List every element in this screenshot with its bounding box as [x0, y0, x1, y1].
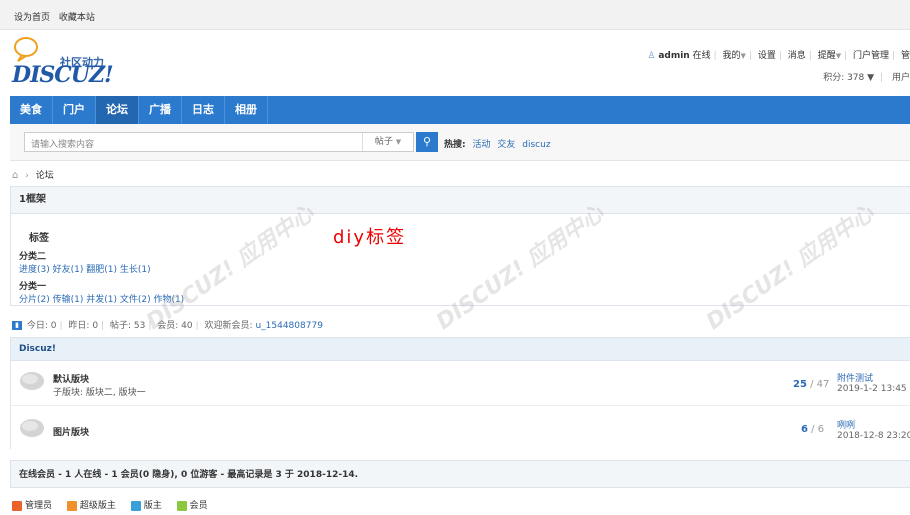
stat-yesterday: 昨日: 0 — [68, 321, 99, 331]
forum-bubble-icon[interactable] — [19, 418, 45, 438]
forum-stats: ▮ 今日: 0 | 昨日: 0 | 帖子: 53 | 会员: 40 | 欢迎新会员: u… — [12, 318, 323, 331]
super-moderator-icon — [66, 500, 77, 511]
logo-brand: DISCUZ! — [12, 62, 114, 88]
post-count: 47 — [816, 379, 830, 390]
legend-item: 超级版主 — [66, 498, 116, 511]
user-icon: ♙ — [647, 51, 656, 61]
last-post-title[interactable]: 咧咧 — [837, 418, 910, 431]
legend-label: 超级版主 — [79, 501, 116, 511]
stat-members: 会员: 40 — [157, 321, 193, 331]
hot-keyword[interactable]: 交友 — [497, 140, 515, 150]
home-icon[interactable]: ⌂ — [12, 170, 18, 181]
points-bar: 积分: 378 ▼ | 用户 — [823, 73, 910, 83]
legend-item: 版主 — [130, 498, 162, 511]
breadcrumb: ⌂ › 论坛 — [12, 168, 54, 181]
search-placeholder: 请输入搜索内容 — [31, 140, 95, 150]
tag-title: 标签 — [29, 233, 49, 244]
chevron-down-icon: ▼ — [864, 73, 875, 83]
portal-admin-link[interactable]: 门户管理 — [853, 51, 889, 61]
nav-item-broadcast[interactable]: 广播 — [139, 96, 182, 124]
forum-name[interactable]: 默认版块 — [53, 372, 89, 385]
my-menu[interactable]: 我的 — [723, 51, 741, 61]
nav-item-blog[interactable]: 日志 — [182, 96, 225, 124]
last-post-title[interactable]: 附件测试 — [837, 371, 910, 384]
new-member-link[interactable]: u_1544808779 — [255, 321, 322, 331]
chevron-down-icon: ▼ — [395, 138, 402, 146]
last-post: 咧咧 2018-12-8 23:20 — [837, 418, 910, 441]
forum-subforums[interactable]: 子版块: 版块二, 版块一 — [53, 385, 146, 398]
legend-item: 会员 — [176, 498, 208, 511]
last-post: 附件测试 2019-1-2 13:45 a — [837, 371, 910, 394]
search-button[interactable]: ⚲ — [416, 132, 438, 152]
post-count: 6 — [817, 424, 825, 435]
diy-label: diy标签 — [333, 227, 407, 248]
thread-count: 25 — [793, 379, 807, 390]
diy-frame: 1框架 标签 diy标签 分类二 进度(3) 好友(1) 翻肥(1) 生长(1)… — [10, 186, 910, 306]
category-tags[interactable]: 分片(2) 传输(1) 并发(1) 文件(2) 作物(1) — [19, 292, 184, 305]
forum-name[interactable]: 图片版块 — [53, 425, 89, 438]
nav-item-portal[interactable]: 门户 — [53, 96, 96, 124]
forum-bubble-icon[interactable] — [19, 371, 45, 391]
hot-keyword[interactable]: discuz — [522, 140, 550, 150]
hot-search-label: 热搜: — [444, 140, 466, 150]
user-status: 在线 — [692, 51, 711, 61]
forum-count: 6 / 6 — [801, 424, 825, 435]
admin-link[interactable]: 管 — [901, 51, 910, 61]
logo-bubble-icon — [14, 37, 38, 62]
forum-row: 默认版块 子版块: 版块二, 版块一 25 / 47 附件测试 2019-1-2… — [11, 361, 910, 406]
set-home-link[interactable]: 设为首页 — [14, 13, 50, 23]
admin-icon — [12, 500, 22, 511]
legend-item: 管理员 — [12, 498, 52, 511]
forum-row: 图片版块 6 / 6 咧咧 2018-12-8 23:20 — [11, 408, 910, 452]
remind-menu[interactable]: 提醒 — [818, 51, 836, 61]
category-name: 分类二 — [19, 252, 47, 262]
last-post-date: 2018-12-8 23:20 — [837, 431, 910, 441]
messages-link[interactable]: 消息 — [788, 51, 806, 61]
category-tags[interactable]: 进度(3) 好友(1) 翻肥(1) 生长(1) — [19, 262, 151, 275]
board-title[interactable]: Discuz! — [11, 338, 910, 361]
hot-keyword[interactable]: 活动 — [472, 140, 490, 150]
thread-count: 6 — [801, 424, 808, 435]
user-bar: ♙ admin 在线 | 我的▼ | 设置 | 消息 | 提醒▼ | 门户管理 | 管 — [647, 51, 910, 61]
points-menu[interactable]: 积分: 378 — [823, 73, 864, 83]
nav-item-forum[interactable]: 论坛 — [96, 96, 139, 124]
nav-item-food[interactable]: 美食 — [10, 96, 53, 124]
welcome-label: 欢迎新会员: — [204, 321, 253, 331]
search-bar: 请输入搜索内容 帖子 ▼ ⚲ 热搜: 活动 交友 discuz — [10, 124, 910, 161]
user-group-link[interactable]: 用户 — [892, 73, 910, 83]
chevron-down-icon: ▼ — [835, 52, 842, 60]
bookmark-link[interactable]: 收藏本站 — [59, 13, 95, 23]
last-post-date: 2019-1-2 13:45 a — [837, 384, 910, 394]
stats-chart-icon[interactable]: ▮ — [12, 321, 22, 330]
stat-posts: 帖子: 53 — [109, 321, 146, 331]
member-icon — [176, 500, 187, 511]
chevron-right-icon: › — [25, 171, 29, 181]
username-link[interactable]: admin — [658, 51, 689, 61]
search-input[interactable]: 请输入搜索内容 帖子 ▼ — [24, 132, 414, 152]
online-members[interactable]: 在线会员 - 1 人在线 - 1 会员(0 隐身), 0 位游客 - 最高记录是… — [10, 460, 910, 488]
category-name: 分类一 — [19, 282, 47, 292]
legend-label: 版主 — [143, 501, 162, 511]
search-icon: ⚲ — [422, 135, 432, 148]
category-block: 分类二 进度(3) 好友(1) 翻肥(1) 生长(1) — [19, 249, 151, 275]
stat-today: 今日: 0 — [26, 321, 57, 331]
legend-label: 管理员 — [25, 501, 53, 511]
site-logo[interactable]: 社区动力 DISCUZ! — [10, 36, 120, 92]
top-bar: 设为首页 收藏本站 — [0, 0, 910, 30]
nav-item-album[interactable]: 相册 — [225, 96, 268, 124]
search-type-label: 帖子 — [374, 137, 393, 147]
legend-label: 会员 — [189, 501, 208, 511]
hot-search: 热搜: 活动 交友 discuz — [444, 137, 551, 150]
member-legend: 管理员 超级版主 版主 会员 — [12, 498, 220, 511]
settings-link[interactable]: 设置 — [758, 51, 776, 61]
category-block: 分类一 分片(2) 传输(1) 并发(1) 文件(2) 作物(1) — [19, 279, 184, 305]
chevron-down-icon: ▼ — [740, 52, 746, 60]
forum-count: 25 / 47 — [793, 379, 830, 390]
main-nav: 美食 门户 论坛 广播 日志 相册 — [10, 96, 910, 124]
frame-title: 1框架 — [11, 187, 910, 214]
moderator-icon — [130, 500, 141, 511]
breadcrumb-current[interactable]: 论坛 — [36, 171, 54, 181]
forum-board: Discuz! 默认版块 子版块: 版块二, 版块一 25 / 47 附件测试 … — [10, 337, 910, 449]
search-type-select[interactable]: 帖子 ▼ — [362, 133, 413, 151]
